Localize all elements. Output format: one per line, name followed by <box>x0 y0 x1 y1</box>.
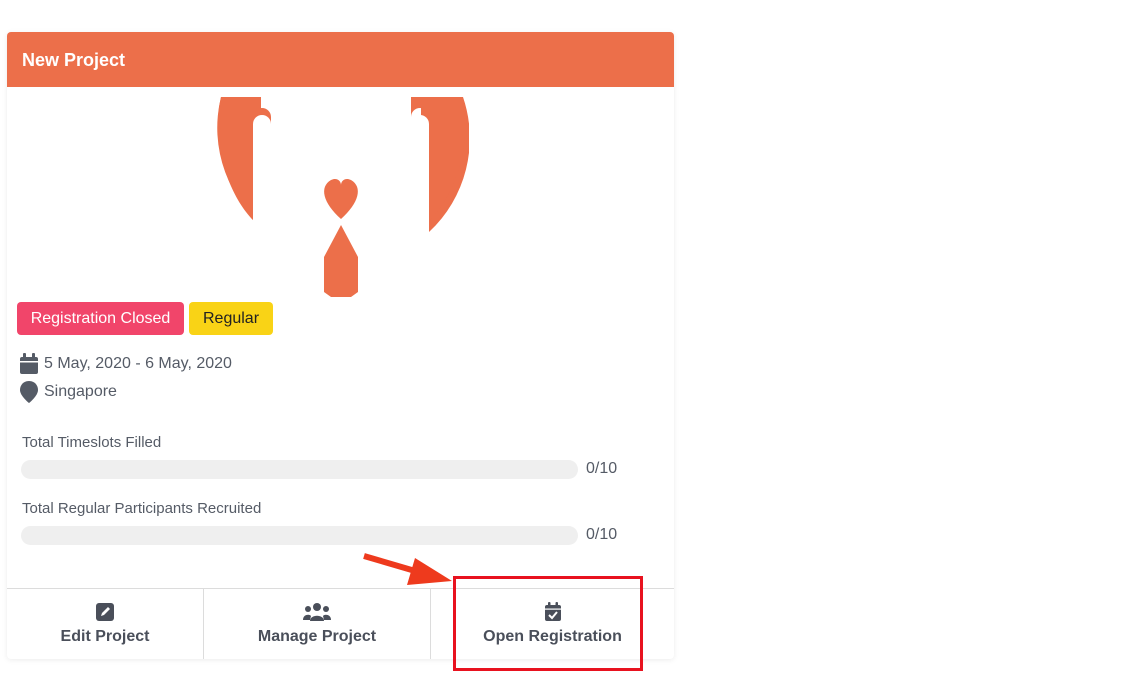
location-row: Singapore <box>19 381 117 403</box>
users-icon <box>303 603 331 621</box>
annotation-highlight-box <box>453 576 643 671</box>
date-row: 5 May, 2020 - 6 May, 2020 <box>19 353 232 375</box>
calendar-icon <box>20 353 38 374</box>
participants-count: 0/10 <box>586 526 618 543</box>
project-card: New Project Registration Closed Regular <box>7 32 674 659</box>
location: Singapore <box>44 383 117 400</box>
participants-label: Total Regular Participants Recruited <box>22 500 262 517</box>
date-range: 5 May, 2020 - 6 May, 2020 <box>44 355 232 372</box>
status-badge: Registration Closed <box>17 302 184 335</box>
edit-project-label: Edit Project <box>60 628 150 645</box>
timeslots-label: Total Timeslots Filled <box>22 434 162 451</box>
map-pin-icon <box>20 381 38 403</box>
hands-heart-logo-icon <box>217 97 469 297</box>
timeslots-count: 0/10 <box>586 460 618 477</box>
manage-project-button[interactable]: Manage Project <box>204 589 430 659</box>
participants-progress-bar <box>21 526 578 545</box>
annotation-arrow-icon <box>363 553 452 585</box>
card-header: New Project <box>7 32 674 87</box>
type-badge: Regular <box>189 302 273 335</box>
manage-project-label: Manage Project <box>257 628 377 645</box>
timeslots-progress-bar <box>21 460 578 479</box>
edit-icon <box>96 603 114 621</box>
project-title: New Project <box>22 50 126 70</box>
edit-project-button[interactable]: Edit Project <box>7 589 203 659</box>
